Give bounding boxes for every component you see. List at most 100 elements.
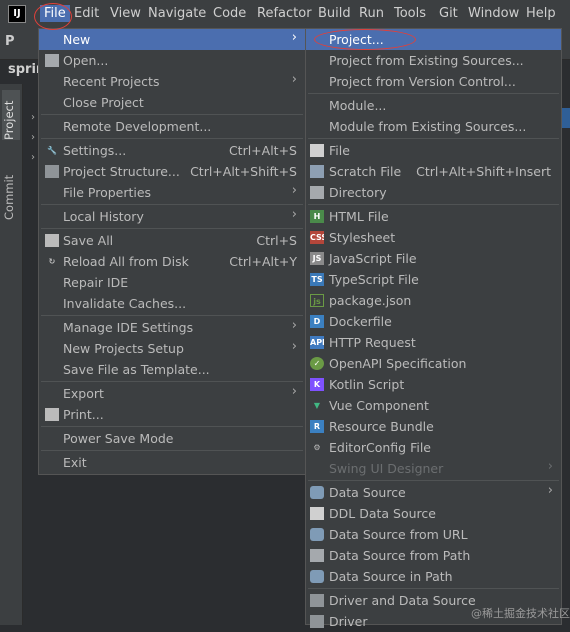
tree-expand-arrow[interactable]: › [31, 132, 35, 143]
menu-separator [308, 588, 559, 589]
menubar: IJ File Edit View Navigate Code Refactor… [0, 0, 570, 29]
menu-separator [41, 138, 303, 139]
menu-item-label: Resource Bundle [329, 419, 434, 434]
editorconfig-icon: ⚙ [313, 443, 321, 452]
submenu-arrow-icon: › [291, 207, 297, 222]
menu-item-manage-ide-settings[interactable]: Manage IDE Settings › [39, 317, 305, 338]
menu-item-settings[interactable]: 🔧 Settings... Ctrl+Alt+S [39, 140, 305, 161]
commit-tool-tab[interactable]: Commit [2, 164, 20, 220]
resource-bundle-icon: R [310, 420, 324, 433]
menu-navigate[interactable]: Navigate [148, 6, 206, 21]
menu-item-label: Swing UI Designer [329, 461, 444, 476]
menu-item-label: Stylesheet [329, 230, 396, 245]
database-url-icon [310, 528, 324, 541]
menu-item-javascript-file[interactable]: JS JavaScript File [306, 248, 561, 269]
menu-item-label: Module from Existing Sources... [329, 119, 527, 134]
menu-item-project-structure[interactable]: Project Structure... Ctrl+Alt+Shift+S [39, 161, 305, 182]
menu-item-new-projects-setup[interactable]: New Projects Setup › [39, 338, 305, 359]
menu-help[interactable]: Help [526, 6, 556, 21]
menu-window[interactable]: Window [468, 6, 519, 21]
save-icon [45, 234, 59, 247]
menu-refactor[interactable]: Refactor [257, 6, 312, 21]
menu-item-module[interactable]: Module... [306, 95, 561, 116]
menu-item-package-json[interactable]: js package.json [306, 290, 561, 311]
menu-item-vue-component[interactable]: ▼ Vue Component [306, 395, 561, 416]
scratch-file-icon [310, 165, 324, 178]
menu-item-data-source-from-url[interactable]: Data Source from URL [306, 524, 561, 545]
menu-item-label: OpenAPI Specification [329, 356, 467, 371]
menu-separator [41, 381, 303, 382]
menu-item-directory[interactable]: Directory [306, 182, 561, 203]
menu-item-label: EditorConfig File [329, 440, 431, 455]
menu-item-ddl-data-source[interactable]: DDL Data Source [306, 503, 561, 524]
menu-item-editorconfig-file[interactable]: ⚙ EditorConfig File [306, 437, 561, 458]
menu-item-resource-bundle[interactable]: R Resource Bundle [306, 416, 561, 437]
menu-item-project-from-existing-sources[interactable]: Project from Existing Sources... [306, 50, 561, 71]
tree-expand-arrow[interactable]: › [31, 152, 35, 163]
new-submenu: Project... Project from Existing Sources.… [305, 28, 562, 629]
menu-separator [308, 93, 559, 94]
menu-item-label: package.json [329, 293, 412, 308]
menu-separator [41, 426, 303, 427]
driver-icon [310, 615, 324, 628]
menu-item-power-save-mode[interactable]: Power Save Mode [39, 428, 305, 449]
menu-item-label: Save All [63, 233, 114, 248]
menu-build[interactable]: Build [318, 6, 351, 21]
tree-expand-arrow[interactable]: › [31, 112, 35, 123]
menu-item-label: Settings... [63, 143, 127, 158]
intellij-logo[interactable]: IJ [8, 5, 26, 23]
menu-item-stylesheet[interactable]: CSS Stylesheet [306, 227, 561, 248]
menu-item-data-source[interactable]: Data Source › [306, 482, 561, 503]
menu-item-exit[interactable]: Exit [39, 452, 305, 473]
menu-item-close-project[interactable]: Close Project [39, 92, 305, 113]
menu-item-label: TypeScript File [329, 272, 419, 287]
menu-tools[interactable]: Tools [394, 6, 426, 21]
menu-item-open[interactable]: Open... [39, 50, 305, 71]
menu-git[interactable]: Git [439, 6, 458, 21]
menu-item-typescript-file[interactable]: TS TypeScript File [306, 269, 561, 290]
menu-item-kotlin-script[interactable]: K Kotlin Script [306, 374, 561, 395]
http-api-icon: API [310, 336, 324, 349]
menu-item-save-all[interactable]: Save All Ctrl+S [39, 230, 305, 251]
menu-item-label: Module... [329, 98, 387, 113]
menu-item-save-file-as-template[interactable]: Save File as Template... [39, 359, 305, 380]
menu-item-repair-ide[interactable]: Repair IDE [39, 272, 305, 293]
menu-item-scratch-file[interactable]: Scratch File Ctrl+Alt+Shift+Insert [306, 161, 561, 182]
menu-item-module-from-existing-sources[interactable]: Module from Existing Sources... [306, 116, 561, 137]
menu-item-new[interactable]: New › [39, 29, 305, 50]
menu-item-print[interactable]: Print... [39, 404, 305, 425]
menu-run[interactable]: Run [359, 6, 384, 21]
menu-item-label: Driver and Data Source [329, 593, 476, 608]
menu-item-http-request[interactable]: API HTTP Request [306, 332, 561, 353]
kotlin-icon: K [310, 378, 324, 391]
menu-item-dockerfile[interactable]: D Dockerfile [306, 311, 561, 332]
menu-item-label: Repair IDE [63, 275, 129, 290]
menu-item-export[interactable]: Export › [39, 383, 305, 404]
project-tool-tab[interactable]: Project [2, 90, 20, 140]
menu-item-file[interactable]: File [306, 140, 561, 161]
menu-item-openapi-specification[interactable]: ✓ OpenAPI Specification [306, 353, 561, 374]
menu-item-html-file[interactable]: H HTML File [306, 206, 561, 227]
menu-item-label: Project from Existing Sources... [329, 53, 524, 68]
menu-item-label: Data Source in Path [329, 569, 453, 584]
menu-file[interactable]: File [40, 5, 70, 22]
menu-item-reload-all-from-disk[interactable]: ↻ Reload All from Disk Ctrl+Alt+Y [39, 251, 305, 272]
menu-item-remote-development[interactable]: Remote Development... [39, 116, 305, 137]
menu-item-invalidate-caches[interactable]: Invalidate Caches... [39, 293, 305, 314]
menu-item-local-history[interactable]: Local History › [39, 206, 305, 227]
menu-item-label: Close Project [63, 95, 144, 110]
menu-item-label: Invalidate Caches... [63, 296, 187, 311]
menu-item-project[interactable]: Project... [306, 29, 561, 50]
menu-item-project-from-version-control[interactable]: Project from Version Control... [306, 71, 561, 92]
menu-code[interactable]: Code [213, 6, 246, 21]
menu-view[interactable]: View [110, 6, 141, 21]
menu-item-file-properties[interactable]: File Properties › [39, 182, 305, 203]
driver-icon [310, 594, 324, 607]
submenu-arrow-icon: › [547, 459, 553, 474]
menu-edit[interactable]: Edit [74, 6, 99, 21]
menu-item-data-source-from-path[interactable]: Data Source from Path [306, 545, 561, 566]
menu-item-label: Reload All from Disk [63, 254, 189, 269]
menu-item-label: Project Structure... [63, 164, 180, 179]
menu-item-data-source-in-path[interactable]: Data Source in Path [306, 566, 561, 587]
menu-item-recent-projects[interactable]: Recent Projects › [39, 71, 305, 92]
